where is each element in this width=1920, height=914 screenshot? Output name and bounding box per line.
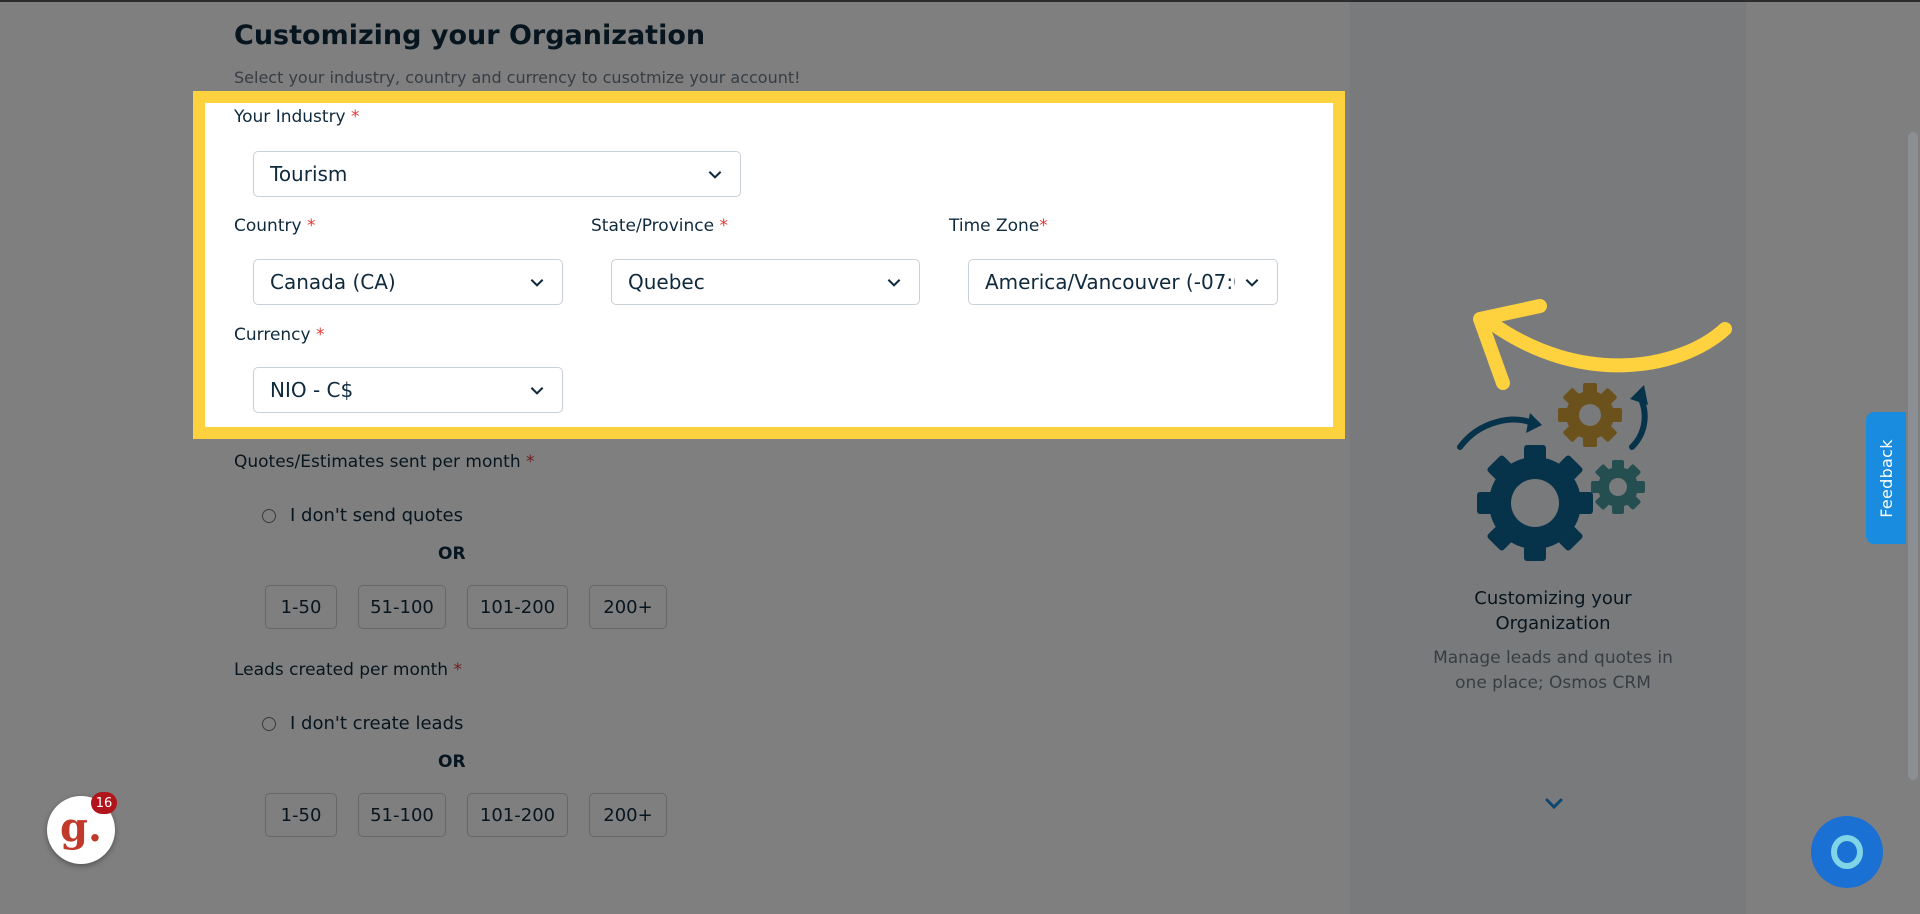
timezone-select[interactable]: America/Vancouver (-07:00) bbox=[968, 259, 1278, 305]
leads-label: Leads created per month * bbox=[234, 660, 462, 680]
chevron-down-icon bbox=[530, 387, 544, 395]
no-quotes-radio[interactable]: I don't send quotes bbox=[262, 505, 463, 526]
gear-icon bbox=[1558, 383, 1622, 447]
feedback-label: Feedback bbox=[1876, 438, 1896, 518]
leads-option-3[interactable]: 101-200 bbox=[467, 793, 568, 837]
page-title: Customizing your Organization bbox=[234, 20, 706, 51]
gears-illustration bbox=[1457, 383, 1648, 561]
no-leads-radio[interactable]: I don't create leads bbox=[262, 713, 463, 734]
main-panel bbox=[0, 0, 1350, 914]
g-help-widget[interactable]: g. 16 bbox=[47, 792, 117, 864]
chevron-down-icon bbox=[1245, 279, 1259, 287]
timezone-label: Time Zone* bbox=[949, 216, 1048, 236]
quotes-option-3[interactable]: 101-200 bbox=[467, 585, 568, 629]
industry-value: Tourism bbox=[270, 162, 348, 186]
chevron-down-icon[interactable] bbox=[1543, 793, 1565, 815]
leads-option-2[interactable]: 51-100 bbox=[358, 793, 446, 837]
quotes-option-1[interactable]: 1-50 bbox=[265, 585, 337, 629]
quotes-option-2[interactable]: 51-100 bbox=[358, 585, 446, 629]
scrollbar-thumb[interactable] bbox=[1908, 132, 1918, 780]
state-select[interactable]: Quebec bbox=[611, 259, 920, 305]
industry-select[interactable]: Tourism bbox=[253, 151, 741, 197]
arrowhead-icon bbox=[1526, 413, 1542, 433]
state-label: State/Province * bbox=[591, 216, 728, 236]
chat-icon bbox=[1831, 835, 1863, 869]
currency-select[interactable]: NIO - C$ bbox=[253, 367, 563, 413]
page-subtitle: Select your industry, country and curren… bbox=[234, 68, 801, 87]
quotes-label: Quotes/Estimates sent per month * bbox=[234, 452, 535, 472]
chevron-down-icon bbox=[887, 279, 901, 287]
currency-label: Currency * bbox=[234, 325, 325, 345]
radio-icon[interactable] bbox=[262, 716, 276, 731]
leads-option-4[interactable]: 200+ bbox=[589, 793, 667, 837]
chevron-down-icon bbox=[708, 171, 722, 179]
quotes-or: OR bbox=[438, 544, 466, 564]
promo-title: Customizing your Organization bbox=[1474, 588, 1632, 634]
country-label: Country * bbox=[234, 216, 316, 236]
country-select[interactable]: Canada (CA) bbox=[253, 259, 563, 305]
gear-icon bbox=[1477, 445, 1593, 561]
top-border bbox=[0, 0, 1920, 2]
promo-text: Manage leads and quotes in one place; Os… bbox=[1433, 648, 1673, 693]
industry-label: Your Industry * bbox=[234, 107, 360, 127]
notification-badge: 16 bbox=[91, 792, 117, 814]
leads-option-1[interactable]: 1-50 bbox=[265, 793, 337, 837]
timezone-value: America/Vancouver (-07:00) bbox=[985, 270, 1235, 294]
chat-button[interactable] bbox=[1811, 816, 1883, 888]
no-quotes-label: I don't send quotes bbox=[290, 505, 463, 526]
state-value: Quebec bbox=[628, 270, 705, 294]
rotate-arrow-icon bbox=[1629, 394, 1648, 450]
country-value: Canada (CA) bbox=[270, 270, 396, 294]
radio-icon[interactable] bbox=[262, 508, 276, 523]
arrowhead-icon bbox=[1630, 385, 1648, 405]
no-leads-label: I don't create leads bbox=[290, 713, 464, 734]
leads-or: OR bbox=[438, 752, 466, 772]
gear-icon bbox=[1591, 460, 1645, 514]
rotate-arrow-icon bbox=[1457, 416, 1535, 450]
quotes-option-4[interactable]: 200+ bbox=[589, 585, 667, 629]
feedback-button[interactable]: Feedback bbox=[1866, 412, 1906, 544]
chevron-down-icon bbox=[530, 279, 544, 287]
currency-value: NIO - C$ bbox=[270, 378, 354, 402]
